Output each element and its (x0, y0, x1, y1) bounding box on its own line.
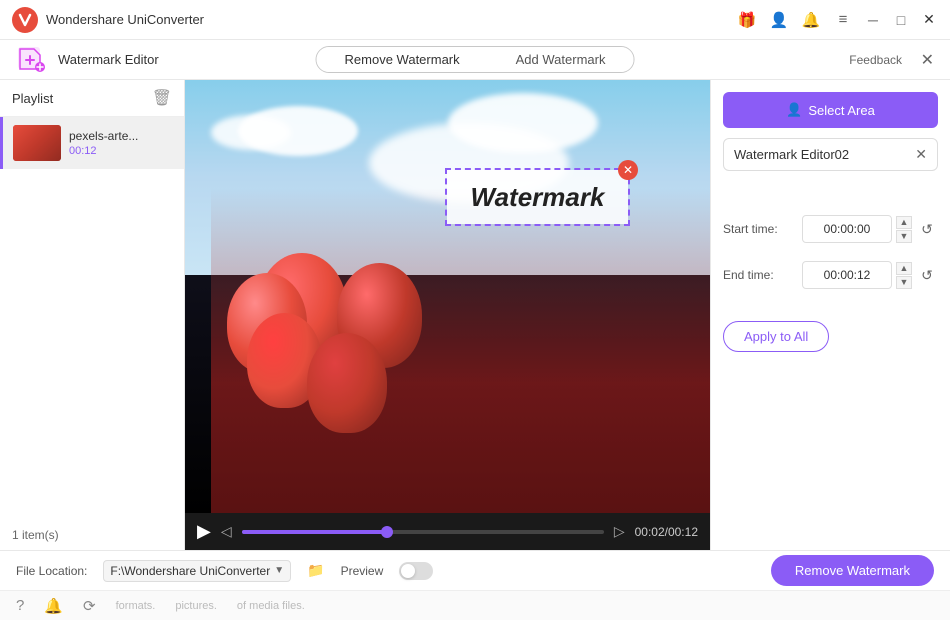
apply-to-all-button[interactable]: Apply to All (723, 321, 829, 352)
end-time-reset[interactable]: ↺ (916, 264, 938, 286)
timeline-track[interactable] (242, 530, 604, 534)
select-area-label: Select Area (808, 103, 875, 118)
dropdown-chevron-icon: ▼ (274, 565, 284, 576)
end-time-input-group: ▲ ▼ ↺ (802, 261, 938, 289)
time-display: 00:02/00:12 (635, 525, 698, 539)
end-time-spinner: ▲ ▼ (896, 262, 912, 289)
spacer (723, 181, 938, 201)
maximize-button[interactable]: □ (892, 11, 910, 29)
sub-close-button[interactable]: ✕ (921, 50, 934, 70)
file-location-label: File Location: (16, 564, 87, 578)
sub-header: Watermark Editor Remove Watermark Add Wa… (0, 40, 950, 80)
select-area-button[interactable]: 👤 Select Area (723, 92, 938, 128)
play-button[interactable]: ▶ (197, 521, 211, 542)
app-logo (12, 7, 38, 33)
video-section: Watermark ✕ ▶ ◁ ▷ 00:02/00:12 (185, 80, 710, 550)
help-icon[interactable]: ? (16, 597, 24, 614)
add-file-icon[interactable] (16, 43, 46, 76)
bottom-bar: File Location: F:\Wondershare UniConvert… (0, 550, 950, 590)
footer-text-3: of media files. (237, 600, 305, 612)
notification-icon[interactable]: 🔔 (44, 597, 63, 615)
sidebar: Playlist 🗑 pexels-arte... 00:12 1 item(s… (0, 80, 185, 550)
video-background (185, 80, 710, 513)
footer-text-2: pictures. (175, 600, 217, 612)
preview-label: Preview (341, 564, 384, 578)
start-time-increment[interactable]: ▲ (896, 216, 912, 229)
feedback-link[interactable]: Feedback (849, 53, 902, 67)
timeline-progress (242, 530, 387, 534)
file-path-value: F:\Wondershare UniConverter (110, 564, 270, 578)
video-controls: ▶ ◁ ▷ 00:02/00:12 (185, 513, 710, 550)
menu-icon[interactable]: ≡ (832, 9, 854, 31)
start-time-input-group: ▲ ▼ ↺ (802, 215, 938, 243)
spacer2 (723, 303, 938, 311)
start-time-row: Start time: ▲ ▼ ↺ (723, 211, 938, 247)
tab-add-watermark[interactable]: Add Watermark (488, 47, 634, 72)
bell-icon[interactable]: 🔔 (800, 9, 822, 31)
gift-icon[interactable]: 🎁 (736, 9, 758, 31)
watermark-remove-btn[interactable]: ✕ (618, 160, 638, 180)
title-bar: Wondershare UniConverter 🎁 👤 🔔 ≡ ─ □ ✕ (0, 0, 950, 40)
start-time-decrement[interactable]: ▼ (896, 230, 912, 243)
end-time-input[interactable] (802, 261, 892, 289)
watermark-text: Watermark (447, 170, 628, 224)
playlist-item[interactable]: pexels-arte... 00:12 (0, 117, 184, 169)
playlist-item-name: pexels-arte... (69, 129, 138, 143)
title-bar-controls: 🎁 👤 🔔 ≡ ─ □ ✕ (736, 9, 938, 31)
minimize-button[interactable]: ─ (864, 11, 882, 29)
user-icon[interactable]: 👤 (768, 9, 790, 31)
timeline-right-marker[interactable]: ▷ (614, 523, 625, 540)
end-time-increment[interactable]: ▲ (896, 262, 912, 275)
preview-toggle[interactable] (399, 562, 433, 580)
end-time-decrement[interactable]: ▼ (896, 276, 912, 289)
start-time-reset[interactable]: ↺ (916, 218, 938, 240)
playlist-item-duration: 00:12 (69, 145, 138, 157)
timeline-left-marker[interactable]: ◁ (221, 523, 232, 540)
footer-bar: ? 🔔 ⟳ formats. pictures. of media files. (0, 590, 950, 620)
settings-icon[interactable]: ⟳ (83, 597, 96, 615)
remove-watermark-button[interactable]: Remove Watermark (771, 555, 934, 586)
tab-remove-watermark[interactable]: Remove Watermark (317, 47, 488, 72)
tab-row: Remove Watermark Add Watermark (316, 46, 635, 73)
delete-icon[interactable]: 🗑 (152, 88, 172, 108)
playlist-count: 1 item(s) (0, 520, 184, 550)
start-time-input[interactable] (802, 215, 892, 243)
app-title: Wondershare UniConverter (46, 12, 736, 27)
select-area-icon: 👤 (786, 102, 802, 118)
start-time-label: Start time: (723, 222, 788, 236)
sub-header-title: Watermark Editor (58, 52, 159, 67)
balloons (227, 253, 427, 453)
playlist-info: pexels-arte... 00:12 (69, 129, 138, 157)
right-panel: 👤 Select Area Watermark Editor02 ✕ Start… (710, 80, 950, 550)
footer-text-1: formats. (116, 600, 156, 612)
timeline-handle[interactable] (381, 526, 393, 538)
file-path-selector[interactable]: F:\Wondershare UniConverter ▼ (103, 560, 291, 582)
end-time-row: End time: ▲ ▼ ↺ (723, 257, 938, 293)
start-time-spinner: ▲ ▼ (896, 216, 912, 243)
playlist-label: Playlist (12, 91, 53, 106)
main-area: Playlist 🗑 pexels-arte... 00:12 1 item(s… (0, 80, 950, 550)
watermark-tag-name: Watermark Editor02 (734, 147, 849, 162)
watermark-tag-close[interactable]: ✕ (915, 146, 927, 163)
watermark-tag: Watermark Editor02 ✕ (723, 138, 938, 171)
toggle-knob (401, 564, 415, 578)
sidebar-header: Playlist 🗑 (0, 80, 184, 117)
video-container: Watermark ✕ (185, 80, 710, 513)
end-time-label: End time: (723, 268, 788, 282)
folder-open-icon[interactable]: 📁 (307, 562, 324, 579)
playlist-thumbnail (13, 125, 61, 161)
watermark-selection-box[interactable]: Watermark ✕ (445, 168, 630, 226)
close-button[interactable]: ✕ (920, 11, 938, 29)
